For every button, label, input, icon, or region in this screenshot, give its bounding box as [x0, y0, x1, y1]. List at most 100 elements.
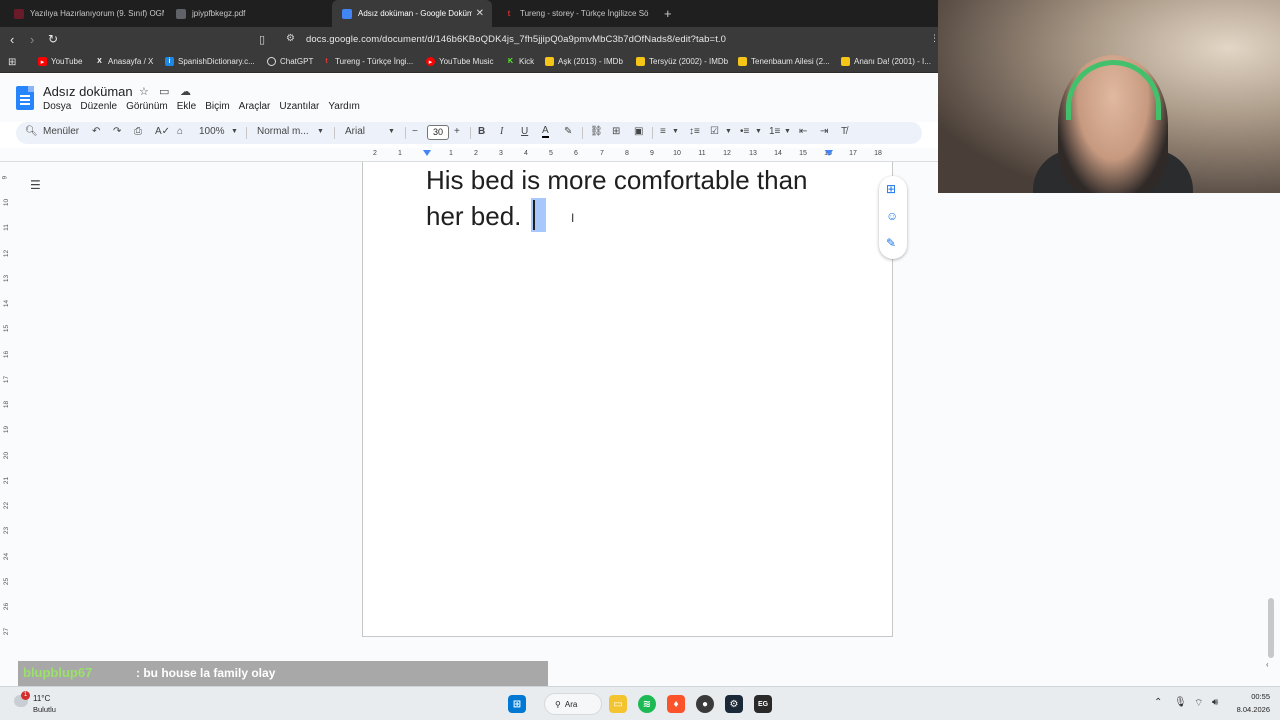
clear-formatting-icon[interactable]: T̸	[841, 126, 847, 137]
volume-icon[interactable]: 🔊︎	[1212, 697, 1218, 708]
horizontal-ruler[interactable]: 2 1 1 2 3 4 5 6 7 8 9 10 11 12 13 14 15 …	[362, 150, 892, 160]
underline-icon[interactable]: U	[521, 126, 528, 137]
highlight-color-icon[interactable]: ✎	[564, 126, 572, 137]
tray-overflow-icon[interactable]: ⌃	[1154, 697, 1162, 708]
decrease-indent-icon[interactable]: ⇤	[799, 126, 807, 137]
decrease-font-size-icon[interactable]: −	[412, 126, 418, 137]
steam-icon[interactable]: ⚙	[725, 695, 743, 713]
search-menus-icon[interactable]: 🔍︎	[25, 126, 38, 137]
redo-icon[interactable]: ↷	[113, 126, 121, 137]
bookmark-imdb-anani[interactable]: Ananı Da! (2001) - I...	[841, 57, 931, 66]
file-explorer-icon[interactable]: ▭	[609, 695, 627, 713]
bookmark-x[interactable]: X Anasayfa / X	[95, 57, 153, 66]
imdb-icon	[841, 57, 850, 66]
site-info-icon[interactable]: ⚙	[286, 33, 295, 44]
bookmark-imdb-tersyuz[interactable]: Tersyüz (2002) - IMDb	[636, 57, 728, 66]
bookmark-youtube-music[interactable]: ▸ YouTube Music	[426, 57, 494, 66]
bookmark-imdb-tenenbaum[interactable]: Tenenbaum Ailesi (2...	[738, 57, 830, 66]
insert-link-icon[interactable]: ⛓	[590, 126, 603, 137]
font-size-input[interactable]: 30	[427, 125, 449, 140]
close-tab-icon[interactable]: ✕	[476, 8, 484, 19]
clock-date[interactable]: 8.04.2026	[1230, 705, 1270, 714]
epic-games-icon[interactable]: EG	[754, 695, 772, 713]
new-tab-icon[interactable]: +	[664, 6, 672, 21]
microphone-icon[interactable]: 🎙︎	[1174, 697, 1187, 708]
bookmark-kick[interactable]: K Kick	[506, 57, 534, 66]
imdb-icon	[738, 57, 747, 66]
text-color-icon[interactable]: A	[542, 126, 549, 138]
zoom-select[interactable]: 100%	[199, 126, 225, 137]
emoji-reaction-icon[interactable]: ☺	[886, 209, 898, 223]
move-folder-icon[interactable]: ▭	[159, 85, 169, 98]
document-outline-icon[interactable]: ☰	[30, 178, 41, 192]
paragraph-style-select[interactable]: Normal m...	[257, 126, 309, 137]
menu-format[interactable]: Biçim	[205, 101, 229, 112]
bookmark-spanishdictionary[interactable]: i SpanishDictionary.c...	[165, 57, 255, 66]
url-text[interactable]: docs.google.com/document/d/146b6KBoQDK4j…	[306, 34, 726, 45]
document-body[interactable]: His bed is more comfortable than her bed…	[426, 162, 846, 234]
obs-icon[interactable]: ●	[696, 695, 714, 713]
menu-file[interactable]: Dosya	[43, 101, 71, 112]
paint-format-icon[interactable]: ⌂	[177, 126, 183, 137]
clock-time[interactable]: 00:55	[1230, 692, 1270, 701]
vertical-scrollbar[interactable]	[1268, 598, 1274, 658]
left-indent-marker[interactable]	[423, 150, 431, 156]
undo-icon[interactable]: ↶	[92, 126, 100, 137]
bookmark-chatgpt[interactable]: ChatGPT	[267, 57, 313, 66]
floating-actions-panel: ⊞ ☺ ✎	[879, 176, 907, 259]
add-comment-icon[interactable]: ⊞	[612, 126, 620, 137]
taskbar-search[interactable]: ⚲ Ara	[544, 693, 602, 715]
forward-icon[interactable]: ›	[30, 32, 34, 47]
bulleted-list-icon[interactable]: •≡	[740, 126, 749, 137]
checklist-icon[interactable]: ☑	[710, 126, 719, 137]
bold-icon[interactable]: B	[478, 126, 485, 137]
windows-start-icon[interactable]: ⊞	[508, 695, 526, 713]
spellcheck-icon[interactable]: A✓	[155, 126, 170, 137]
network-icon[interactable]: ⌔	[1194, 697, 1203, 710]
browser-tab-active[interactable]: Adsız doküman - Google Doküm ✕	[332, 0, 492, 27]
suggest-edits-icon[interactable]: ✎	[886, 236, 896, 250]
ruler-number: 15	[799, 150, 807, 157]
menu-help[interactable]: Yardım	[328, 101, 360, 112]
vruler-number: 24	[3, 552, 11, 561]
toolbar-divider	[470, 127, 471, 139]
menu-tools[interactable]: Araçlar	[239, 101, 271, 112]
bookmark-page-icon[interactable]: ▯	[259, 33, 265, 46]
vertical-ruler[interactable]: 9 10 11 12 13 14 15 16 17 18 19 20 21 22…	[0, 162, 14, 686]
insert-image-icon[interactable]: ▣	[634, 126, 643, 137]
menu-insert[interactable]: Ekle	[177, 101, 196, 112]
back-icon[interactable]: ‹	[10, 32, 14, 47]
menu-view[interactable]: Görünüm	[126, 101, 168, 112]
star-icon[interactable]: ☆	[139, 85, 149, 98]
bookmark-youtube[interactable]: ▸ YouTube	[38, 57, 82, 66]
weather-temperature[interactable]: 11°C	[33, 694, 50, 703]
weather-description[interactable]: Bulutlu	[33, 705, 56, 714]
search-menus-button[interactable]: Menüler	[43, 126, 79, 137]
spotify-icon[interactable]: ≋	[638, 695, 656, 713]
numbered-list-icon[interactable]: 1≡	[769, 126, 780, 137]
cloud-saved-icon[interactable]: ☁	[180, 85, 191, 98]
add-comment-icon[interactable]: ⊞	[886, 182, 896, 196]
reload-icon[interactable]: ↻	[48, 32, 58, 46]
bookmark-imdb-ask[interactable]: Aşk (2013) - IMDb	[545, 57, 623, 66]
scroll-down-icon[interactable]: ‹	[1266, 660, 1269, 669]
browser-tab[interactable]: jpiypfbkegz.pdf	[166, 0, 330, 27]
menu-extensions[interactable]: Uzantılar	[279, 101, 319, 112]
browser-tab[interactable]: t Tureng - storey - Türkçe İngilizce Sö	[494, 0, 658, 27]
print-icon[interactable]: ⎙	[134, 126, 142, 137]
increase-indent-icon[interactable]: ⇥	[820, 126, 828, 137]
italic-icon[interactable]: I	[500, 126, 503, 137]
increase-font-size-icon[interactable]: +	[454, 126, 460, 137]
brave-browser-icon[interactable]: ♦	[667, 695, 685, 713]
browser-tab-label: Adsız doküman - Google Doküm	[358, 9, 472, 18]
browser-tab[interactable]: Yazılıya Hazırlanıyorum (9. Sınıf) OGM	[4, 0, 164, 27]
menu-edit[interactable]: Düzenle	[80, 101, 117, 112]
align-left-icon[interactable]: ≡	[660, 126, 666, 137]
font-family-select[interactable]: Arial	[345, 126, 365, 137]
document-title[interactable]: Adsız doküman	[43, 84, 133, 99]
apps-grid-icon[interactable]: ⊞	[8, 57, 16, 68]
line-spacing-icon[interactable]: ↕≡	[689, 126, 700, 137]
bookmark-tureng[interactable]: t Tureng - Türkçe İngi...	[322, 57, 413, 66]
docs-logo-icon[interactable]	[16, 86, 34, 110]
right-indent-marker[interactable]	[825, 150, 833, 156]
